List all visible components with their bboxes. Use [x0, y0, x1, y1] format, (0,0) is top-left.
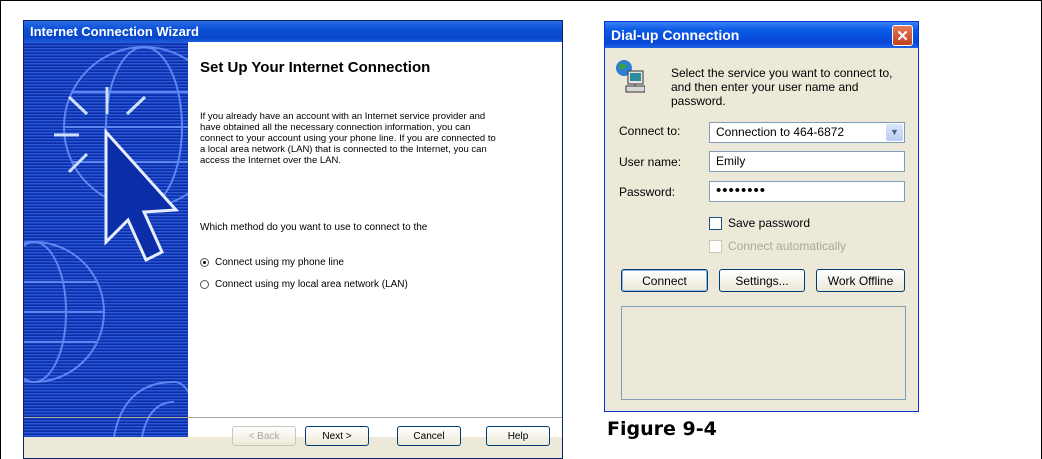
checkbox-icon[interactable] — [709, 239, 722, 253]
connect-button[interactable]: Connect — [621, 269, 708, 292]
username-field[interactable]: Emily — [709, 151, 905, 172]
status-area — [621, 306, 906, 400]
connect-to-value: Connection to 464-6872 — [716, 125, 845, 139]
radio-label: Connect using my phone line — [215, 256, 344, 268]
save-password-label: Save password — [728, 216, 811, 230]
wizard-footer-divider — [24, 417, 562, 418]
wizard-side-graphic — [24, 42, 188, 437]
dialup-connection-window: Dial-up Connection ✕ Select the service … — [604, 21, 919, 412]
username-label: User name: — [619, 155, 682, 169]
help-button[interactable]: Help — [486, 426, 550, 446]
wizard-title-bar[interactable]: Internet Connection Wizard — [24, 21, 562, 42]
dialup-title-bar[interactable]: Dial-up Connection — [605, 22, 918, 48]
wizard-content-panel: Set Up Your Internet Connection If you a… — [188, 42, 562, 437]
save-password-checkbox[interactable]: Save password — [709, 216, 810, 230]
checkbox-icon[interactable] — [709, 216, 722, 230]
chevron-down-icon[interactable]: ▼ — [886, 124, 903, 141]
radio-selected-icon[interactable] — [200, 257, 209, 267]
wizard-body-text: If you already have an account with an I… — [200, 111, 496, 166]
radio-label: Connect using my local area network (LAN… — [215, 278, 408, 290]
wizard-heading: Set Up Your Internet Connection — [200, 59, 431, 76]
password-label: Password: — [619, 185, 676, 199]
frame-border — [0, 0, 1042, 1]
radio-phone-line[interactable]: Connect using my phone line — [200, 255, 344, 269]
wizard-question: Which method do you want to use to conne… — [200, 222, 428, 233]
figure-caption: Figure 9-4 — [607, 418, 717, 440]
radio-lan[interactable]: Connect using my local area network (LAN… — [200, 277, 408, 291]
connect-to-dropdown[interactable]: Connection to 464-6872 ▼ — [709, 122, 905, 143]
internet-connection-wizard-window: Internet Connection Wizard Set Up Your I… — [23, 20, 563, 459]
radio-unselected-icon[interactable] — [200, 279, 209, 289]
frame-border — [0, 0, 1, 459]
cancel-button[interactable]: Cancel — [397, 426, 461, 446]
connect-automatically-checkbox[interactable]: Connect automatically — [709, 239, 846, 253]
work-offline-button[interactable]: Work Offline — [816, 269, 905, 292]
dialup-instructions: Select the service you want to connect t… — [671, 66, 893, 108]
globe-cursor-illustration — [24, 42, 188, 437]
connect-automatically-label: Connect automatically — [728, 239, 847, 253]
password-field[interactable]: •••••••• — [709, 181, 905, 202]
connect-to-label: Connect to: — [619, 124, 681, 138]
dialup-computer-icon — [616, 60, 645, 93]
settings-button[interactable]: Settings... — [719, 269, 805, 292]
close-icon[interactable]: ✕ — [892, 25, 913, 46]
back-button[interactable]: < Back — [232, 426, 296, 446]
next-button[interactable]: Next > — [305, 426, 369, 446]
